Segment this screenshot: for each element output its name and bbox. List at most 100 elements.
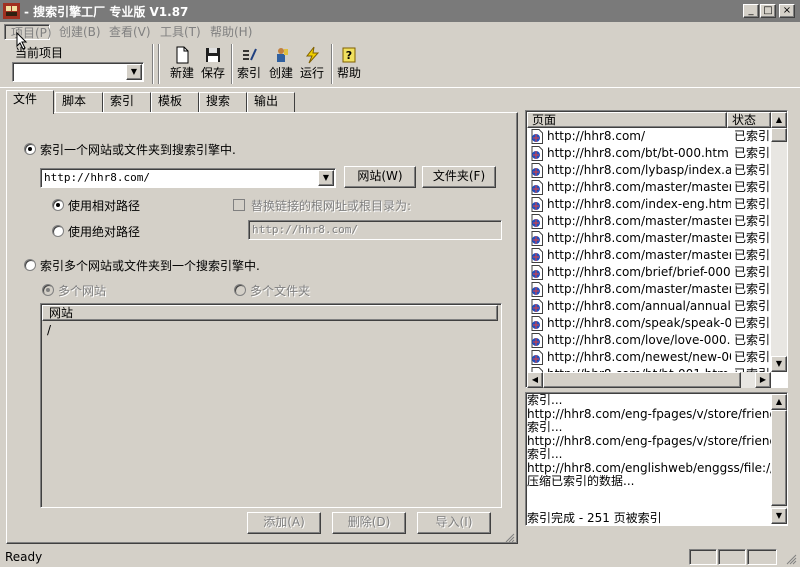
scroll-thumb[interactable] [543,372,741,388]
tab-output[interactable]: 输出 [247,92,295,112]
web-page-icon [531,265,543,280]
index-icon [243,48,257,61]
table-row[interactable]: http://hhr8.com/index-eng.htm 已索引 [527,196,772,213]
tab-file[interactable]: 文件 [6,90,54,114]
single-site-radio[interactable] [24,143,36,155]
maximize-button[interactable]: □ [760,4,776,18]
log-line: 压缩已索引的数据... [527,475,635,488]
page-url: http://hhr8.com/master/master-001... [547,214,731,228]
toolbar-separator [152,44,154,84]
web-page-icon [531,299,543,314]
table-row[interactable]: http://hhr8.com/已索引 [527,128,772,145]
index-button[interactable]: 索引 [234,46,264,84]
table-row[interactable]: http://hhr8.com/master/master-001...已索引 [527,213,772,230]
table-row[interactable]: http://hhr8.com/newest/new-001.h...已索引 [527,349,772,366]
scroll-up-icon[interactable]: ▲ [771,394,787,410]
log-panel[interactable]: 索引... http://hhr8.com/eng-fpages/v/store/… [525,392,788,526]
scroll-right-icon[interactable]: ▶ [755,372,771,388]
import-button[interactable]: 导入(I) [417,512,491,534]
scroll-down-icon[interactable]: ▼ [771,508,787,524]
web-page-icon [531,231,543,246]
list-item[interactable]: / [47,323,51,337]
tab-index[interactable]: 索引 [103,92,151,112]
page-status: 已索引 [734,231,771,245]
table-row[interactable]: http://hhr8.com/lybasp/index.asp 已索引 [527,162,772,179]
scroll-thumb[interactable] [771,410,787,506]
multi-site-radio[interactable] [24,259,36,271]
folder-button[interactable]: 文件夹(F) [422,166,496,188]
log-line: 索引... [527,394,563,407]
resize-grip-icon[interactable] [786,554,797,565]
table-row[interactable]: http://hhr8.com/brief/brief-000.htm已索引 [527,264,772,281]
table-row[interactable]: http://hhr8.com/annual/annual-00...已索引 [527,298,772,315]
web-page-icon [531,180,543,195]
table-row[interactable]: http://hhr8.com/master/master-000...已索引 [527,179,772,196]
tab-script[interactable]: 脚本 [55,92,103,112]
close-button[interactable]: × [779,4,795,18]
websites-list[interactable]: 网站 / [40,303,502,508]
scroll-up-icon[interactable]: ▲ [771,112,787,128]
website-button[interactable]: 网站(W) [344,166,416,188]
new-button[interactable]: 新建 [165,46,199,84]
title-bar[interactable]: - 搜索引擎工厂 专业版 V1.87 _ □ × [0,0,800,22]
page-status: 已索引 [734,214,771,228]
menu-view[interactable]: 查看(V) [109,24,151,40]
toolbar-separator [231,44,233,84]
scroll-down-icon[interactable]: ▼ [771,356,787,372]
current-project-select[interactable]: ▼ [12,62,144,82]
relative-path-radio[interactable] [52,199,64,211]
web-page-icon [531,282,543,297]
page-list[interactable]: 页面 状态 http://hhr8.com/已索引 http://hhr8.com… [525,110,788,388]
log-lines: 索引... http://hhr8.com/eng-fpages/v/store/… [526,394,772,524]
replace-root-input[interactable]: http://hhr8.com/ [248,220,502,240]
log-scrollbar[interactable]: ▲ ▼ [771,394,787,524]
add-button[interactable]: 添加(A) [247,512,321,534]
page-column-header[interactable]: 页面 [527,112,727,128]
build-button[interactable]: 创建 [266,46,296,84]
scroll-left-icon[interactable]: ◀ [527,372,543,388]
page-url: http://hhr8.com/brief/brief-000.htm [547,265,731,279]
multiple-websites-radio[interactable] [42,284,54,296]
toolbar-separator [331,44,333,84]
run-icon [305,46,320,64]
run-button[interactable]: 运行 [297,46,327,84]
vertical-scrollbar[interactable]: ▲ ▼ [771,112,787,372]
page-status: 已索引 [734,146,771,160]
table-row[interactable]: http://hhr8.com/master/master-004...已索引 [527,281,772,298]
help-icon: ? [342,47,356,63]
status-column-header[interactable]: 状态 [727,112,771,128]
websites-column-header[interactable]: 网站 [42,305,498,321]
horizontal-scrollbar[interactable]: ◀ ▶ [527,372,771,388]
menu-help[interactable]: 帮助(H) [210,24,252,40]
web-page-icon [531,333,543,348]
minimize-button[interactable]: _ [743,4,759,18]
url-combo[interactable]: http://hhr8.com/ ▼ [40,168,336,188]
menu-tools[interactable]: 工具(T) [160,24,201,40]
chevron-down-icon[interactable]: ▼ [126,64,142,80]
help-button[interactable]: ? 帮助 [334,46,364,84]
table-row[interactable]: http://hhr8.com/master/master-002...已索引 [527,230,772,247]
replace-root-checkbox[interactable] [233,199,245,211]
absolute-path-radio[interactable] [52,225,64,237]
save-label: 保存 [200,66,225,80]
tab-template[interactable]: 模板 [151,92,199,112]
table-row[interactable]: http://hhr8.com/bt/bt-000.htm 已索引 [527,145,772,162]
help-label: 帮助 [336,66,361,80]
save-button[interactable]: 保存 [198,46,228,84]
chevron-down-icon[interactable]: ▼ [318,170,334,186]
scroll-thumb[interactable] [771,128,787,142]
table-row[interactable]: http://hhr8.com/love/love-000.htm已索引 [527,332,772,349]
delete-button[interactable]: 删除(D) [332,512,406,534]
page-list-rows: http://hhr8.com/已索引 http://hhr8.com/bt/bt… [527,128,772,373]
table-row[interactable]: http://hhr8.com/master/master-003...已索引 [527,247,772,264]
menu-build[interactable]: 创建(B) [59,24,101,40]
table-row[interactable]: http://hhr8.com/speak/speak-000...已索引 [527,315,772,332]
page-status: 已索引 [734,129,771,143]
replace-root-label: 替换链接的根网址或根目录为: [251,199,412,213]
page-url: http://hhr8.com/speak/speak-000... [547,316,731,330]
multiple-folders-radio[interactable] [234,284,246,296]
tab-search[interactable]: 搜索 [199,92,247,112]
resize-grip-icon[interactable] [505,533,515,543]
log-line: http://hhr8.com/eng-fpages/v/store/frien… [527,407,772,421]
page-url: http://hhr8.com/bt/bt-000.htm [547,146,729,160]
